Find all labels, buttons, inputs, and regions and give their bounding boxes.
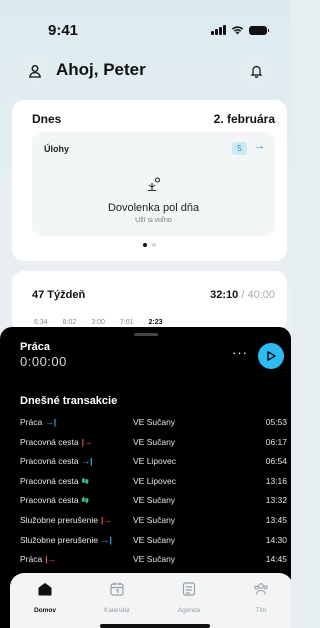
notifications-button[interactable]: [241, 56, 271, 86]
tasks-panel[interactable]: Úlohy 5 → Dovolenka pol dňa Užī si voľno: [32, 132, 275, 236]
tab-home[interactable]: Domov: [20, 581, 70, 614]
transaction-location: VE Lipovec: [133, 475, 176, 486]
header: Ahoj, Peter: [20, 56, 271, 86]
transactions-title: Dnešné transakcie: [20, 395, 118, 407]
play-icon: [267, 351, 276, 361]
today-title: Dnes: [32, 112, 62, 126]
transaction-time: 14:45: [265, 554, 287, 565]
phone-screen: 9:41 Ahoj, Peter Dnes 2. februára Úlohy …: [0, 0, 291, 628]
home-indicator: [100, 624, 210, 628]
transaction-location: VE Lipovec: [133, 456, 176, 467]
bell-icon: [250, 65, 262, 78]
tab-label: Tím: [255, 607, 267, 614]
clock-out-icon: |→: [45, 554, 57, 565]
transaction-time: 13:45: [265, 514, 287, 525]
user-icon: [29, 65, 41, 78]
week-hours-total: / 40:00: [238, 289, 275, 301]
battery-icon: [249, 25, 269, 35]
transaction-location: VE Sučany: [133, 554, 176, 565]
week-card[interactable]: 47 Týždeň 32:10 / 40:00 6:34 8:02 3:00 7…: [12, 271, 287, 331]
transaction-location: VE Sučany: [133, 495, 176, 506]
transaction-type: Práca →|: [20, 417, 57, 427]
clock-out-icon: |→: [100, 514, 112, 525]
transaction-row[interactable]: Pracovná cesta ⇆ VE Lipovec 13:16: [20, 473, 287, 493]
transaction-time: 06:17: [265, 436, 287, 447]
switch-icon: ⇆: [81, 495, 89, 506]
vacation-title: Dovolenka pol dňa: [107, 202, 200, 214]
sheet-drag-handle[interactable]: [133, 333, 158, 336]
status-icons: [211, 25, 269, 35]
transaction-time: 06:54: [265, 456, 287, 467]
clock-out-icon: |→: [81, 436, 93, 447]
transaction-type: Pracovná cesta |→: [20, 436, 93, 447]
transaction-type: Služobne prerušenie →|: [20, 534, 112, 545]
tab-label: Kalendár: [103, 607, 131, 614]
status-bar: 9:41: [0, 22, 291, 40]
tasks-count-badge: 5: [232, 142, 247, 155]
transaction-time: 14:30: [265, 534, 287, 545]
tab-team[interactable]: Tím: [236, 581, 286, 614]
week-hours: 32:10 / 40:00: [210, 289, 275, 301]
transaction-type: Pracovná cesta →|: [20, 456, 93, 467]
clock-in-icon: →|: [45, 417, 57, 427]
tab-bar: Domov Kalendár Agenda Tím: [10, 573, 291, 628]
transactions-list: Práca →| VE Sučany 05:53 Pracovná cesta |→…: [20, 414, 287, 571]
vacation-subtitle: Užī si voľno: [135, 217, 172, 224]
transaction-type: Práca |→: [20, 554, 57, 565]
transaction-row[interactable]: Pracovná cesta ⇆ VE Sučany 13:32: [20, 492, 287, 512]
transaction-location: VE Sučany: [133, 514, 176, 525]
page-indicator[interactable]: [12, 243, 287, 247]
transaction-time: 13:32: [265, 495, 287, 506]
switch-icon: ⇆: [81, 475, 89, 486]
tasks-label: Úlohy: [44, 144, 70, 154]
greeting-title: Ahoj, Peter: [56, 60, 146, 79]
tab-label: Agenda: [177, 607, 201, 614]
start-button[interactable]: [258, 343, 284, 369]
transaction-row[interactable]: Služobne prerušenie |→ VE Sučany 13:45: [20, 512, 287, 532]
transaction-row[interactable]: Práca →| VE Sučany 05:53: [20, 414, 287, 434]
work-timer: 0:00:00: [20, 354, 67, 369]
transaction-time: 13:16: [265, 475, 287, 486]
clock-in-icon: →|: [100, 534, 112, 545]
wifi-icon: [231, 26, 244, 35]
transaction-row[interactable]: Pracovná cesta →| VE Lipovec 06:54: [20, 453, 287, 473]
profile-button[interactable]: [20, 56, 50, 86]
transaction-type: Pracovná cesta ⇆: [20, 495, 89, 506]
today-date: 2. februára: [213, 112, 275, 126]
signal-icon: [211, 25, 226, 35]
transaction-row[interactable]: Služobne prerušenie →| VE Sučany 14:30: [20, 532, 287, 552]
transaction-location: VE Sučany: [133, 417, 176, 427]
home-icon: [38, 583, 52, 596]
clock-in-icon: →|: [81, 456, 93, 467]
week-hours-done: 32:10: [210, 289, 239, 301]
transaction-row[interactable]: Práca |→ VE Sučany 14:45: [20, 551, 287, 571]
calendar-icon: [110, 582, 124, 596]
transaction-row[interactable]: Pracovná cesta |→ VE Sučany 06:17: [20, 434, 287, 454]
tab-agenda[interactable]: Agenda: [164, 581, 214, 614]
arrow-right-icon[interactable]: →: [254, 140, 265, 152]
page-dot[interactable]: [152, 243, 156, 247]
transaction-type: Služobne prerušenie |→: [20, 514, 112, 525]
agenda-icon: [182, 582, 196, 596]
page-dot-active[interactable]: [143, 243, 147, 247]
transaction-time: 05:53: [265, 417, 287, 427]
team-icon: [254, 583, 268, 595]
status-time: 9:41: [48, 22, 79, 39]
more-options-button[interactable]: ···: [232, 345, 248, 360]
today-card: Dnes 2. februára Úlohy 5 → Dovolenka pol…: [12, 100, 287, 261]
transaction-location: VE Sučany: [133, 436, 176, 447]
week-label: 47 Týždeň: [32, 289, 86, 301]
tab-calendar[interactable]: Kalendár: [92, 581, 142, 614]
tab-label: Domov: [33, 607, 57, 614]
vacation-icon: [147, 177, 160, 191]
transaction-type: Pracovná cesta ⇆: [20, 475, 89, 486]
work-title: Práca: [20, 341, 50, 353]
transaction-location: VE Sučany: [133, 534, 176, 545]
